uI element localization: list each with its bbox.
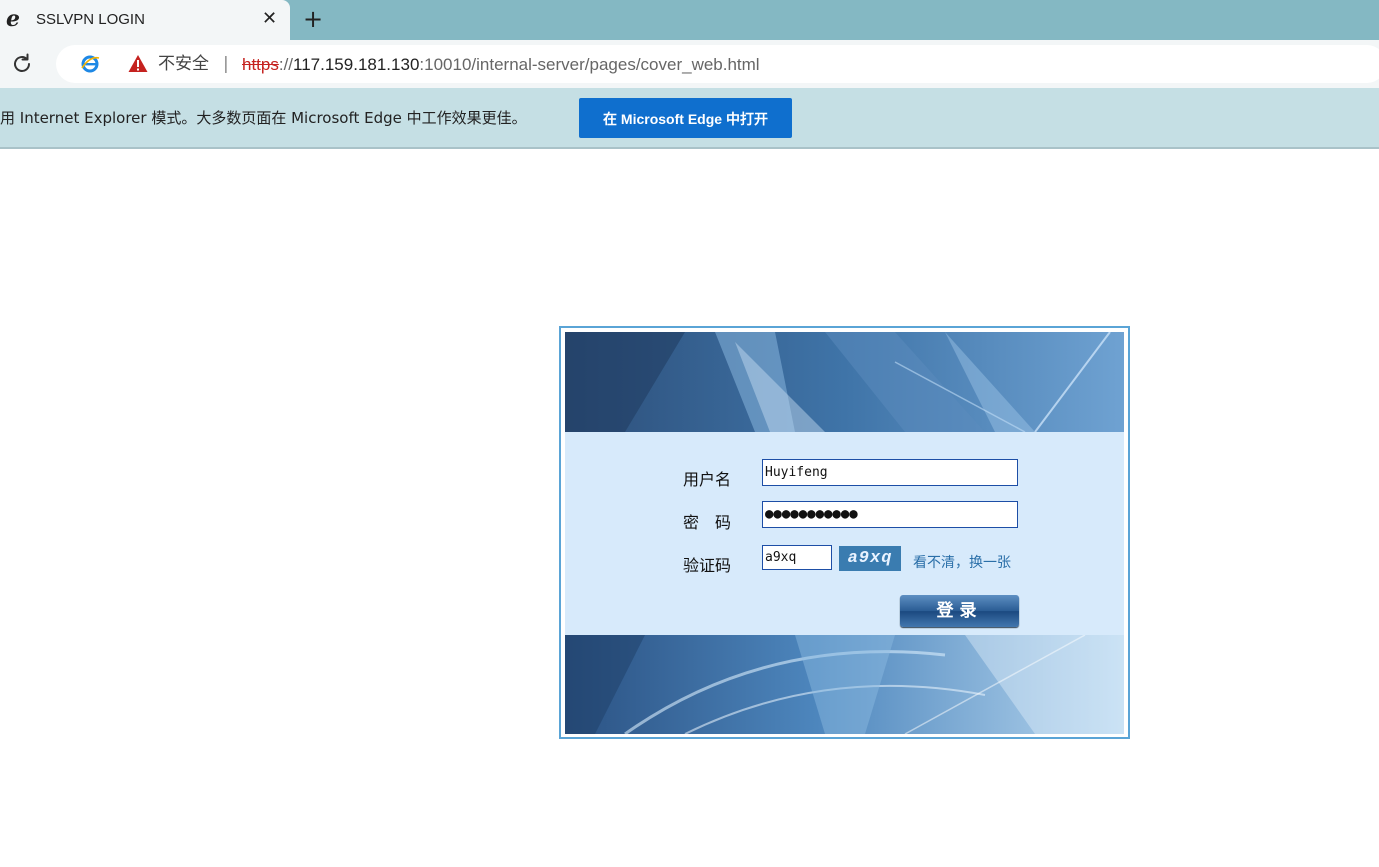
login-button[interactable]: 登录 — [900, 595, 1019, 627]
url-host: 117.159.181.130 — [293, 55, 420, 74]
login-panel: 用户名 Huyifeng 密 码 ●●●●●●●●●●● 验证码 a9xq a9… — [559, 326, 1130, 739]
ie-mode-infobar: 用 Internet Explorer 模式。大多数页面在 Microsoft … — [0, 88, 1379, 149]
username-input[interactable]: Huyifeng — [762, 459, 1018, 486]
captcha-label: 验证码 — [683, 556, 732, 575]
top-banner-image — [565, 332, 1124, 432]
tab-strip: e SSLVPN LOGIN ✕ + — [0, 0, 1379, 40]
browser-tab[interactable]: e SSLVPN LOGIN ✕ — [0, 0, 290, 40]
url-scheme: https — [242, 55, 279, 74]
refresh-captcha-link[interactable]: 看不清，换一张 — [913, 552, 1011, 572]
close-tab-icon[interactable]: ✕ — [262, 9, 277, 29]
reload-icon[interactable] — [10, 52, 34, 76]
bottom-banner-image — [565, 635, 1124, 734]
open-in-edge-button[interactable]: 在 Microsoft Edge 中打开 — [579, 98, 792, 138]
new-tab-button[interactable]: + — [300, 6, 326, 32]
not-secure-label[interactable]: 不安全 — [158, 54, 209, 74]
password-label: 密 码 — [683, 513, 732, 532]
ie-mode-message: 用 Internet Explorer 模式。大多数页面在 Microsoft … — [0, 109, 527, 127]
captcha-input[interactable]: a9xq — [762, 545, 832, 570]
tab-title: SSLVPN LOGIN — [36, 11, 145, 28]
internet-explorer-icon: e — [6, 6, 20, 32]
password-input[interactable]: ●●●●●●●●●●● — [762, 501, 1018, 528]
captcha-image[interactable]: a9xq — [839, 546, 901, 571]
username-label: 用户名 — [683, 470, 732, 489]
url-scheme-separator: :// — [278, 55, 294, 74]
ie-mode-icon[interactable] — [80, 54, 100, 74]
address-separator: | — [223, 54, 229, 74]
warning-icon[interactable] — [128, 54, 148, 74]
navigation-bar: 不安全 | https://117.159.181.130:10010/inte… — [0, 40, 1379, 88]
url-path: :10010/internal-server/pages/cover_web.h… — [419, 55, 760, 74]
url-text[interactable]: https://117.159.181.130:10010/internal-s… — [242, 55, 760, 75]
login-form: 用户名 Huyifeng 密 码 ●●●●●●●●●●● 验证码 a9xq a9… — [565, 432, 1124, 635]
address-bar[interactable]: 不安全 | https://117.159.181.130:10010/inte… — [56, 45, 1379, 83]
